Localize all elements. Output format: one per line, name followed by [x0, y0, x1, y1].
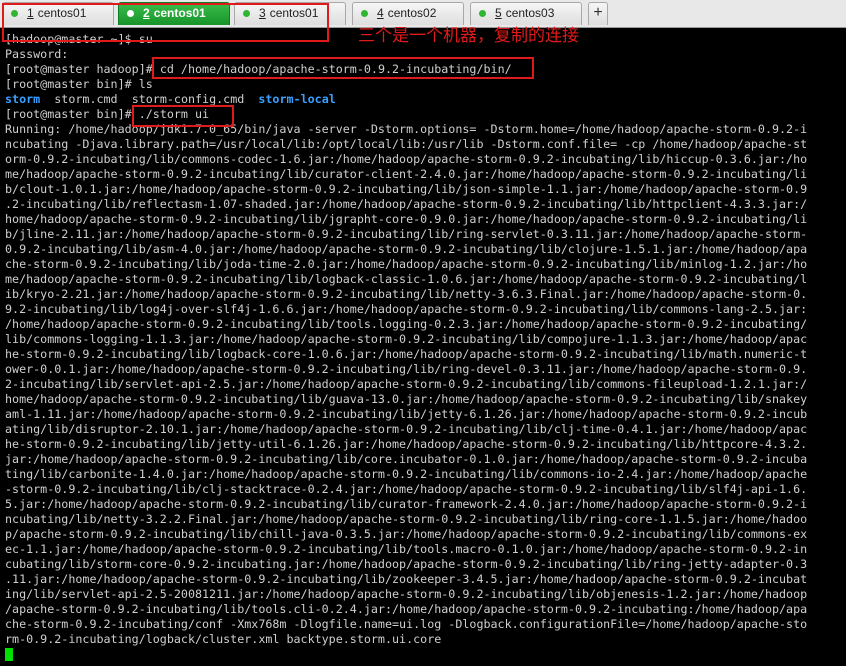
output-line: 0.9.2-incubating/lib/asm-4.0.jar:/home/h… — [5, 242, 808, 256]
storm-ui-command: ./storm ui — [138, 107, 210, 121]
tab-label: centos02 — [387, 6, 437, 20]
output-line: me/hadoop/apache-storm-0.9.2-incubating/… — [5, 272, 808, 286]
output-line: .11.jar:/home/hadoop/apache-storm-0.9.2-… — [5, 572, 808, 586]
output-line: 5.jar:/home/hadoop/apache-storm-0.9.2-in… — [5, 497, 808, 511]
terminal-cursor — [5, 648, 13, 661]
output-line: ib/kryo-2.21.jar:/home/hadoop/apache-sto… — [5, 287, 808, 301]
tab-number: 2 — [143, 6, 150, 20]
new-tab-button[interactable]: + — [588, 2, 608, 25]
output-line: ing/lib/servlet-api-2.5-20081211.jar:/ho… — [5, 587, 808, 601]
connected-status-icon — [243, 10, 250, 17]
output-line: ncubating/lib/netty-3.2.2.Final.jar:/hom… — [5, 512, 808, 526]
terminal-cursor-line — [5, 647, 846, 662]
output-line: che-storm-0.9.2-incubating/conf -Xmx768m… — [5, 617, 808, 631]
cd-command: cd /home/hadoop/apache-storm-0.9.2-incub… — [159, 62, 512, 76]
tab-label: centos01 — [269, 6, 319, 20]
tab-number: 5 — [495, 6, 502, 20]
tab-2[interactable]: 2 centos01 — [118, 2, 230, 25]
output-line: jar:/home/hadoop/apache-storm-0.9.2-incu… — [5, 452, 808, 466]
output-line: he-storm-0.9.2-incubating/lib/logback-co… — [5, 347, 808, 361]
ls-entry: storm.cmd — [54, 92, 118, 106]
output-line: rm-0.9.2-incubating/logback/cluster.xml … — [5, 632, 442, 646]
terminal-line: [root@master bin]# ls — [5, 77, 153, 91]
ls-entry: storm-local — [258, 92, 336, 106]
output-line: che-storm-0.9.2-incubating/lib/joda-time… — [5, 257, 808, 271]
output-line: Running: /home/hadoop/jdk1.7.0_65/bin/ja… — [5, 122, 808, 136]
terminal-line: Password: — [5, 47, 69, 61]
tab-1[interactable]: 1 centos01 — [2, 2, 114, 25]
output-line: ting/lib/carbonite-1.4.0.jar:/home/hadoo… — [5, 467, 808, 481]
tab-label: centos01 — [37, 6, 87, 20]
output-line: 9.2-incubating/lib/log4j-over-slf4j-1.6.… — [5, 302, 808, 316]
tab-3[interactable]: 3 centos01 — [234, 2, 346, 25]
output-line: cubating/lib/storm-core-0.9.2-incubating… — [5, 557, 808, 571]
connected-status-icon — [479, 10, 486, 17]
output-line: home/hadoop/apache-storm-0.9.2-incubatin… — [5, 212, 808, 226]
tab-label: centos03 — [505, 6, 555, 20]
output-line: ec-1.1.jar:/home/hadoop/apache-storm-0.9… — [5, 542, 808, 556]
output-line: 2-incubating/lib/servlet-api-2.5.jar:/ho… — [5, 377, 808, 391]
output-line: p/apache-storm-0.9.2-incubating/lib/chil… — [5, 527, 808, 541]
output-line: .2-incubating/lib/reflectasm-1.07-shaded… — [5, 197, 808, 211]
connected-status-icon — [361, 10, 368, 17]
annotation-note: 三个是一个机器，复制的连接 — [358, 26, 579, 46]
output-line: lib/commons-logging-1.1.3.jar:/home/hado… — [5, 332, 808, 346]
output-line: b/clout-1.0.1.jar:/home/hadoop/apache-st… — [5, 182, 808, 196]
output-line: ncubating -Djava.library.path=/usr/local… — [5, 137, 808, 151]
ls-entry: storm-config.cmd — [131, 92, 245, 106]
output-line: b/jline-2.11.jar:/home/hadoop/apache-sto… — [5, 227, 808, 241]
connected-status-icon — [11, 10, 18, 17]
tab-number: 3 — [259, 6, 266, 20]
terminal-line: [root@master bin]# ./storm ui — [5, 107, 846, 122]
output-line: ating/lib/disruptor-2.10.1.jar:/home/had… — [5, 422, 808, 436]
output-line: home/hadoop/apache-storm-0.9.2-incubatin… — [5, 392, 808, 406]
output-line: /home/hadoop/apache-storm-0.9.2-incubati… — [5, 317, 808, 331]
output-line: aml-1.11.jar:/home/hadoop/apache-storm-0… — [5, 407, 808, 421]
tab-label: centos01 — [153, 6, 206, 20]
ls-entry: storm — [5, 92, 41, 106]
output-line: -storm-0.9.2-incubating/lib/clj-stacktra… — [5, 482, 808, 496]
output-line: ower-0.0.1.jar:/home/hadoop/apache-storm… — [5, 362, 808, 376]
connected-status-icon — [127, 10, 134, 17]
tab-number: 4 — [377, 6, 384, 20]
terminal-line: [root@master hadoop]# cd /home/hadoop/ap… — [5, 62, 846, 77]
tab-number: 1 — [27, 6, 34, 20]
output-line: he-storm-0.9.2-incubating/lib/jetty-util… — [5, 437, 808, 451]
shell-prompt: [root@master bin]# — [5, 107, 139, 121]
output-line: /apache-storm-0.9.2-incubating/lib/tools… — [5, 602, 808, 616]
terminal-output[interactable]: [hadoop@master ~]$ su Password: [root@ma… — [0, 32, 846, 666]
output-line: me/hadoop/apache-storm-0.9.2-incubating/… — [5, 167, 808, 181]
shell-prompt: [root@master hadoop]# — [5, 62, 160, 76]
output-line: orm-0.9.2-incubating/lib/commons-codec-1… — [5, 152, 808, 166]
ls-output-line: storm storm.cmd storm-config.cmd storm-l… — [5, 92, 846, 107]
